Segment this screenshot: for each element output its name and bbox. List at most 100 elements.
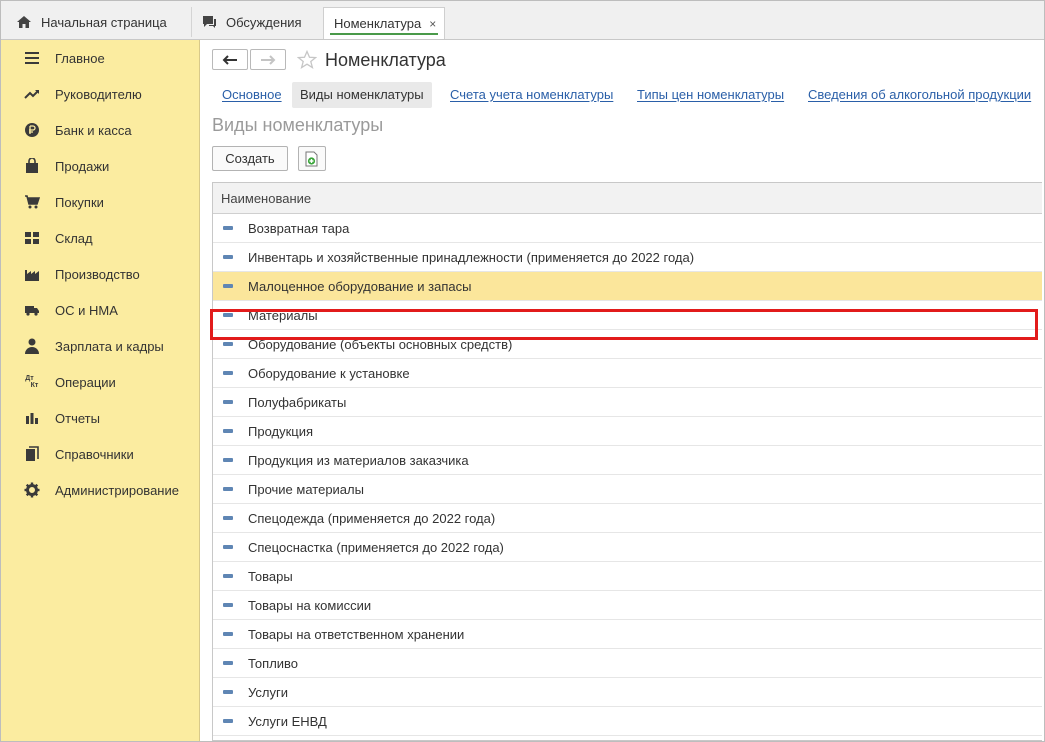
sidebar-item-label: Продажи: [55, 158, 110, 174]
sidebar-item-label: ОС и НМА: [55, 302, 118, 318]
row-label: Материалы: [248, 307, 318, 323]
table-row[interactable]: Оборудование к установке: [213, 359, 1042, 388]
table-row[interactable]: Прочие материалы: [213, 475, 1042, 504]
trend-icon: [23, 85, 41, 103]
row-label: Товары на комиссии: [248, 597, 372, 613]
sidebar-item-label: Администрирование: [55, 482, 179, 498]
table-row[interactable]: Возвратная тара: [213, 214, 1042, 243]
sidebar-item-label: Производство: [55, 266, 140, 282]
add-from-file-button[interactable]: [298, 146, 326, 171]
table-row[interactable]: Товары: [213, 562, 1042, 591]
row-item-icon: [223, 458, 233, 462]
bar-chart-icon: [23, 409, 41, 427]
sidebar-item-salary[interactable]: Зарплата и кадры: [1, 328, 199, 364]
row-item-icon: [223, 603, 233, 607]
column-header-name[interactable]: Наименование: [213, 183, 1042, 214]
book-icon: [23, 445, 41, 463]
row-label: Продукция: [248, 423, 314, 439]
table-row[interactable]: Спецоснастка (применяется до 2022 года): [213, 533, 1042, 562]
sidebar-item-reports[interactable]: Отчеты: [1, 400, 199, 436]
sidebar-item-directories[interactable]: Справочники: [1, 436, 199, 472]
menu-icon: [23, 49, 41, 67]
kt-glyph: Кт: [30, 382, 39, 389]
table-row[interactable]: Материалы: [213, 301, 1042, 330]
create-button[interactable]: Создать: [212, 146, 288, 171]
table-row[interactable]: Товары на ответственном хранении: [213, 620, 1042, 649]
top-tab-bar: Начальная страница Обсуждения Номенклату…: [1, 1, 1044, 40]
back-button[interactable]: [212, 49, 248, 70]
gear-icon: [23, 481, 41, 499]
subtab-main[interactable]: Основное: [222, 82, 282, 108]
row-label: Товары на ответственном хранении: [248, 626, 465, 642]
app-window: Начальная страница Обсуждения Номенклату…: [0, 0, 1045, 742]
row-item-icon: [223, 719, 233, 723]
row-label: Спецоснастка (применяется до 2022 года): [248, 539, 504, 555]
sidebar-item-label: Операции: [55, 374, 116, 390]
subtab-alcohol-info[interactable]: Сведения об алкогольной продукции: [808, 82, 1031, 108]
dt-kt-icon: Дт Кт: [23, 373, 41, 391]
table-row[interactable]: Товары на комиссии: [213, 591, 1042, 620]
row-item-icon: [223, 690, 233, 694]
row-item-icon: [223, 516, 233, 520]
row-label: Прочие материалы: [248, 481, 364, 497]
tab-nomenclature[interactable]: Номенклатура ×: [323, 7, 445, 39]
document-add-icon: [305, 151, 318, 166]
table-row[interactable]: Услуги ЕНВД: [213, 707, 1042, 736]
table-row[interactable]: Полуфабрикаты: [213, 388, 1042, 417]
factory-icon: [23, 265, 41, 283]
row-label: Возвратная тара: [248, 220, 350, 236]
chat-icon: [200, 13, 218, 31]
row-item-icon: [223, 226, 233, 230]
sidebar-item-manager[interactable]: Руководителю: [1, 76, 199, 112]
sidebar-item-label: Склад: [55, 230, 93, 246]
home-icon: [15, 13, 33, 31]
row-item-icon: [223, 545, 233, 549]
subtab-nomenclature-types[interactable]: Виды номенклатуры: [292, 82, 432, 108]
ruble-icon: [23, 121, 41, 139]
table-row[interactable]: Продукция из материалов заказчика: [213, 446, 1042, 475]
sidebar-item-label: Справочники: [55, 446, 134, 462]
sidebar-item-admin[interactable]: Администрирование: [1, 472, 199, 508]
row-label: Инвентарь и хозяйственные принадлежности…: [248, 249, 695, 265]
sidebar-item-assets[interactable]: ОС и НМА: [1, 292, 199, 328]
close-icon[interactable]: ×: [429, 17, 436, 31]
subtab-accounts[interactable]: Счета учета номенклатуры: [450, 82, 613, 108]
row-label: Малоценное оборудование и запасы: [248, 278, 472, 294]
dt-glyph: Дт: [25, 375, 34, 382]
row-label: Оборудование (объекты основных средств): [248, 336, 513, 352]
subtab-price-types[interactable]: Типы цен номенклатуры: [637, 82, 784, 108]
table-row[interactable]: Продукция: [213, 417, 1042, 446]
sidebar-item-operations[interactable]: Дт Кт Операции: [1, 364, 199, 400]
tab-home[interactable]: Начальная страница: [9, 7, 189, 37]
row-item-icon: [223, 632, 233, 636]
table-row[interactable]: Инвентарь и хозяйственные принадлежности…: [213, 243, 1042, 272]
table-row[interactable]: Услуги: [213, 678, 1042, 707]
row-item-icon: [223, 255, 233, 259]
sidebar-item-production[interactable]: Производство: [1, 256, 199, 292]
sidebar-item-main[interactable]: Главное: [1, 40, 199, 76]
favorite-star-icon[interactable]: [296, 49, 318, 71]
sub-tabs: Основное Виды номенклатуры Счета учета н…: [212, 82, 1044, 108]
row-label: Топливо: [248, 655, 299, 671]
page-title: Номенклатура: [325, 50, 446, 70]
tab-discussions[interactable]: Обсуждения: [191, 7, 319, 37]
table-row-selected[interactable]: Малоценное оборудование и запасы: [213, 272, 1042, 301]
sidebar-item-bank[interactable]: Банк и касса: [1, 112, 199, 148]
row-item-icon: [223, 342, 233, 346]
table-row[interactable]: Топливо: [213, 649, 1042, 678]
table-row[interactable]: Оборудование (объекты основных средств): [213, 330, 1042, 359]
row-item-icon: [223, 574, 233, 578]
sidebar: Главное Руководителю Банк и касса Продаж…: [1, 40, 200, 741]
sidebar-item-label: Покупки: [55, 194, 104, 210]
arrow-right-icon: [261, 54, 276, 65]
row-label: Полуфабрикаты: [248, 394, 347, 410]
arrow-left-icon: [222, 54, 237, 65]
tab-discussions-label: Обсуждения: [226, 14, 302, 30]
sidebar-item-purchases[interactable]: Покупки: [1, 184, 199, 220]
table-row[interactable]: Спецодежда (применяется до 2022 года): [213, 504, 1042, 533]
sidebar-item-sales[interactable]: Продажи: [1, 148, 199, 184]
sidebar-item-warehouse[interactable]: Склад: [1, 220, 199, 256]
forward-button[interactable]: [250, 49, 286, 70]
row-item-icon: [223, 400, 233, 404]
sidebar-item-label: Главное: [55, 50, 105, 66]
